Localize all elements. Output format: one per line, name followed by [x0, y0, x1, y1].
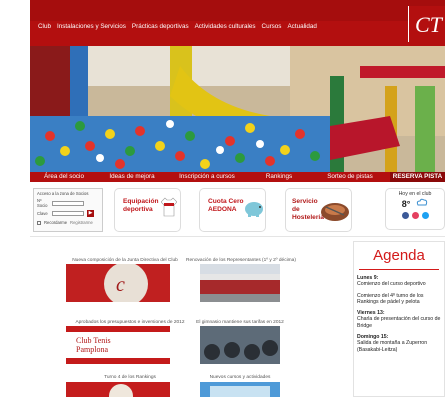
member-login-box: Acceso a la zona de Socios Nº Socio Clav… — [33, 188, 103, 232]
nav-item-practicas[interactable]: Prácticas deportivas — [132, 21, 189, 33]
agenda-item-text: Charla de presentación del curso de Brid… — [357, 316, 441, 329]
register-link[interactable]: Registrarme — [70, 220, 93, 225]
agenda-item-day: Lunes 9: — [357, 275, 379, 281]
news-title-1[interactable]: Nueva composición de la Junta Directiva … — [60, 258, 190, 263]
subnav-area-socio[interactable]: Área del socio — [30, 172, 98, 182]
agenda-item[interactable]: Domingo 15: Salida de montaña a Zuperron… — [357, 334, 441, 353]
agenda-item-text: Salida de montaña a Zuperron (Basakabi-L… — [357, 340, 428, 353]
food-plate-icon — [321, 203, 349, 221]
reserva-pista-button[interactable]: RESERVA PISTA — [390, 172, 445, 182]
password-input[interactable] — [52, 211, 84, 216]
news-banner-text: Club Tenis Pamplona — [76, 336, 111, 354]
news-title-2[interactable]: Renovación de los Representantes (1º y 2… — [176, 258, 306, 263]
news-title-5[interactable]: Turno 4 de los Rankings — [80, 375, 180, 380]
nav-item-club[interactable]: Club — [38, 21, 51, 33]
promo-equipacion-label: Equipación deportiva — [123, 198, 159, 213]
weather-widget: Hoy en el club 8° — [385, 188, 445, 230]
news-image-rankings[interactable] — [66, 382, 170, 397]
news-image-presupuestos[interactable]: Club Tenis Pamplona — [66, 326, 170, 364]
subnav-inscripcion-cursos[interactable]: Inscripción a cursos — [166, 172, 248, 182]
news-image-cursos[interactable] — [200, 382, 280, 397]
flickr-icon[interactable] — [411, 212, 419, 219]
promo-hosteleria[interactable]: Servicio de Hostelería — [285, 188, 352, 232]
login-title: Acceso a la zona de Socios — [37, 191, 89, 196]
club-logo[interactable]: CT — [408, 6, 445, 42]
socio-number-input[interactable] — [52, 200, 84, 206]
subnav-ideas-mejora[interactable]: Ideas de mejora — [98, 172, 166, 182]
piggy-bank-icon — [245, 202, 263, 217]
agenda-item-day: Domingo 15: — [357, 334, 389, 341]
agenda-item-text: Comienzo del 4º turno de los Rankings de… — [357, 292, 424, 305]
nav-item-cursos[interactable]: Cursos — [262, 21, 282, 33]
hero-banner-image — [30, 46, 445, 172]
logo-text: CT — [415, 12, 444, 37]
news-image-gimnasio[interactable] — [200, 326, 280, 364]
agenda-item-day: Viernes 13: — [357, 310, 385, 317]
nav-item-actividades[interactable]: Actividades culturales — [195, 21, 256, 33]
main-navigation: Club Instalaciones y Servicios Prácticas… — [38, 21, 317, 33]
promo-equipacion[interactable]: Equipación deportiva — [114, 188, 181, 232]
agenda-item[interactable]: Lunes 9: Comienzo del curso deportivo — [357, 275, 441, 288]
agenda-item[interactable]: Viernes 13: Charla de presentación del c… — [357, 310, 441, 329]
agenda-item[interactable]: Comienzo del 4º turno de los Rankings de… — [357, 293, 441, 306]
news-image-junta[interactable]: c — [66, 264, 170, 302]
twitter-icon[interactable] — [421, 212, 429, 219]
news-title-6[interactable]: Nuevos cursos y actividades — [180, 375, 300, 380]
secondary-navigation: Área del socio Ideas de mejora Inscripci… — [30, 172, 445, 182]
promo-cuota-cero[interactable]: Cuota Cero AEDONA — [199, 188, 266, 232]
subnav-sorteo-pistas[interactable]: Sorteo de pistas — [310, 172, 390, 182]
club-logo-icon: CT — [409, 6, 445, 42]
nav-item-instalaciones[interactable]: Instalaciones y Servicios — [57, 21, 126, 33]
news-image-renovacion[interactable] — [200, 264, 280, 302]
subnav-rankings[interactable]: Rankings — [248, 172, 310, 182]
remember-label: Recordarme — [44, 220, 68, 225]
clave-label: Clave — [37, 211, 48, 216]
agenda-item-text: Comienzo del curso deportivo — [357, 281, 426, 288]
news-title-3[interactable]: Aprobados los presupuestos e inversiones… — [60, 320, 200, 325]
weather-temperature: 8° — [401, 199, 411, 209]
agenda-title: Agenda — [373, 247, 425, 264]
socio-label: Nº Socio — [37, 198, 48, 208]
agenda-divider — [359, 269, 439, 270]
facebook-icon[interactable] — [401, 212, 409, 219]
news-title-4[interactable]: El gimnasio mantiene sus tarifas en 2012 — [180, 320, 300, 325]
svg-text:c: c — [116, 274, 125, 296]
agenda-panel: Agenda Lunes 9: Comienzo del curso depor… — [353, 241, 445, 397]
shirt-icon — [161, 197, 177, 217]
nav-item-actualidad[interactable]: Actualidad — [287, 21, 316, 33]
snow-cloud-icon — [417, 198, 428, 206]
section-divider — [30, 236, 445, 237]
header-upper-band — [30, 0, 445, 21]
login-submit-button[interactable]: ▶ — [87, 210, 94, 217]
promo-cuota-label: Cuota Cero AEDONA — [208, 198, 244, 213]
remember-checkbox[interactable] — [37, 220, 41, 225]
